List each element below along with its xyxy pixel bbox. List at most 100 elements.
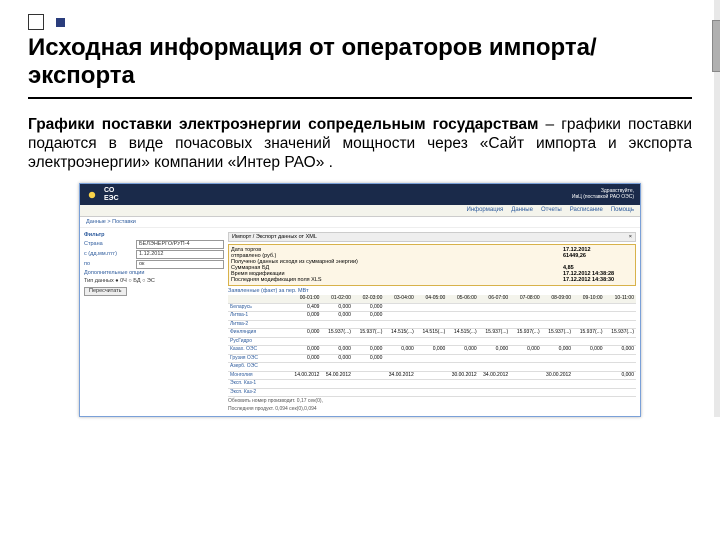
cell <box>479 312 510 321</box>
cell <box>605 312 636 321</box>
cell <box>290 388 321 397</box>
cell: 0,000 <box>384 346 415 355</box>
cell <box>542 363 573 372</box>
title-underline <box>28 97 692 99</box>
col-header: 05-06:00 <box>447 295 478 303</box>
nav-item[interactable]: Информация <box>467 207 504 214</box>
cell <box>353 388 384 397</box>
nav-item[interactable]: Расписание <box>570 207 603 214</box>
cell <box>321 380 352 389</box>
col-header: 06-07:00 <box>479 295 510 303</box>
nav-item[interactable]: Данные <box>511 207 533 214</box>
cell <box>416 363 447 372</box>
field-label: Страна <box>84 241 132 247</box>
cell <box>510 354 541 363</box>
cell: 15.937(...) <box>479 329 510 338</box>
slide-paragraph: Графики поставки электроэнергии сопредел… <box>28 115 692 173</box>
cell: 0,000 <box>290 329 321 338</box>
cell: 15.937(...) <box>573 329 604 338</box>
cell <box>416 337 447 346</box>
table-row: Казах. ОЭС0,0000,0000,0000,0000,0000,000… <box>228 346 636 355</box>
cell: 0,000 <box>510 346 541 355</box>
cell <box>384 337 415 346</box>
cell <box>321 388 352 397</box>
cell <box>479 363 510 372</box>
cell: 14.515(...) <box>447 329 478 338</box>
cell <box>290 320 321 329</box>
extra-options-link[interactable]: Дополнительные опции <box>84 270 144 276</box>
cell <box>510 312 541 321</box>
country-select[interactable]: БЕЛЭНЕРГО/РУП-4 <box>136 240 224 249</box>
row-label: Беларусь <box>228 303 290 312</box>
cell: 14.515(...) <box>384 329 415 338</box>
cell <box>542 388 573 397</box>
cell <box>479 320 510 329</box>
cell <box>447 320 478 329</box>
cell <box>290 380 321 389</box>
cell: 0,000 <box>321 346 352 355</box>
col-header <box>228 295 290 303</box>
cell <box>605 363 636 372</box>
cell <box>542 320 573 329</box>
nav-item[interactable]: Отчеты <box>541 207 562 214</box>
cell <box>479 388 510 397</box>
cell: 34.00.2012 <box>384 371 415 380</box>
date-from-input[interactable]: 1.12.2012 <box>136 250 224 259</box>
data-table: 00-01:0001-02:0002-03:0003-04:0004-05:00… <box>228 295 636 397</box>
cell: 14.515(...) <box>416 329 447 338</box>
footer-hint: Последняя продукт. 0,094 сек(0),0,094 <box>228 407 636 413</box>
table-row: Грузия ОЭС0,0000,0000,000 <box>228 354 636 363</box>
radio-group[interactable]: Тип данных ● 0Ч ○ БД ○ ЭС <box>84 278 155 284</box>
cell <box>416 388 447 397</box>
date-to-input[interactable]: ок <box>136 260 224 269</box>
cell: 0,000 <box>447 346 478 355</box>
cell <box>353 320 384 329</box>
col-header: 03-04:00 <box>384 295 415 303</box>
cell: 30.00.2012 <box>542 371 573 380</box>
cell <box>605 337 636 346</box>
cell <box>573 363 604 372</box>
row-label: Эксп. Каз-1 <box>228 380 290 389</box>
nav-item[interactable]: Помощь <box>611 207 634 214</box>
row-label: Азерб. ОЭС <box>228 363 290 372</box>
row-label: Монголия <box>228 371 290 380</box>
cell: 0,000 <box>479 346 510 355</box>
cell: 0,000 <box>321 354 352 363</box>
cell: 0,000 <box>542 346 573 355</box>
cell <box>510 303 541 312</box>
col-header: 09-10:00 <box>573 295 604 303</box>
cell: 15.937(...) <box>510 329 541 338</box>
cell <box>447 354 478 363</box>
para-bold: Графики поставки электроэнергии сопредел… <box>28 116 539 133</box>
row-label: Финляндия <box>228 329 290 338</box>
close-icon[interactable]: × <box>629 234 632 240</box>
cell: 0,000 <box>290 354 321 363</box>
cell <box>510 320 541 329</box>
cell <box>447 388 478 397</box>
cell <box>573 380 604 389</box>
cell <box>605 388 636 397</box>
row-label: РусГидро <box>228 337 290 346</box>
cell <box>542 380 573 389</box>
table-row: Монголия14.00.201254.00.201234.00.201230… <box>228 371 636 380</box>
col-header: 10-11:00 <box>605 295 636 303</box>
cell <box>573 320 604 329</box>
table-row: Беларусь0,4090,0000,000 <box>228 303 636 312</box>
cell: 0,409 <box>290 303 321 312</box>
cell <box>384 363 415 372</box>
cell: 0,000 <box>573 346 604 355</box>
cell <box>447 312 478 321</box>
table-row: РусГидро <box>228 337 636 346</box>
cell: 0,009 <box>290 312 321 321</box>
recalc-button[interactable]: Пересчитать <box>84 287 127 296</box>
cell: 0,000 <box>416 346 447 355</box>
cell: 0,000 <box>353 354 384 363</box>
cell <box>353 337 384 346</box>
row-label: Грузия ОЭС <box>228 354 290 363</box>
slide-bullets <box>28 14 692 30</box>
cell <box>573 303 604 312</box>
cell <box>353 380 384 389</box>
scrollbar-thumb[interactable] <box>712 20 720 72</box>
cell <box>416 371 447 380</box>
cell <box>447 363 478 372</box>
